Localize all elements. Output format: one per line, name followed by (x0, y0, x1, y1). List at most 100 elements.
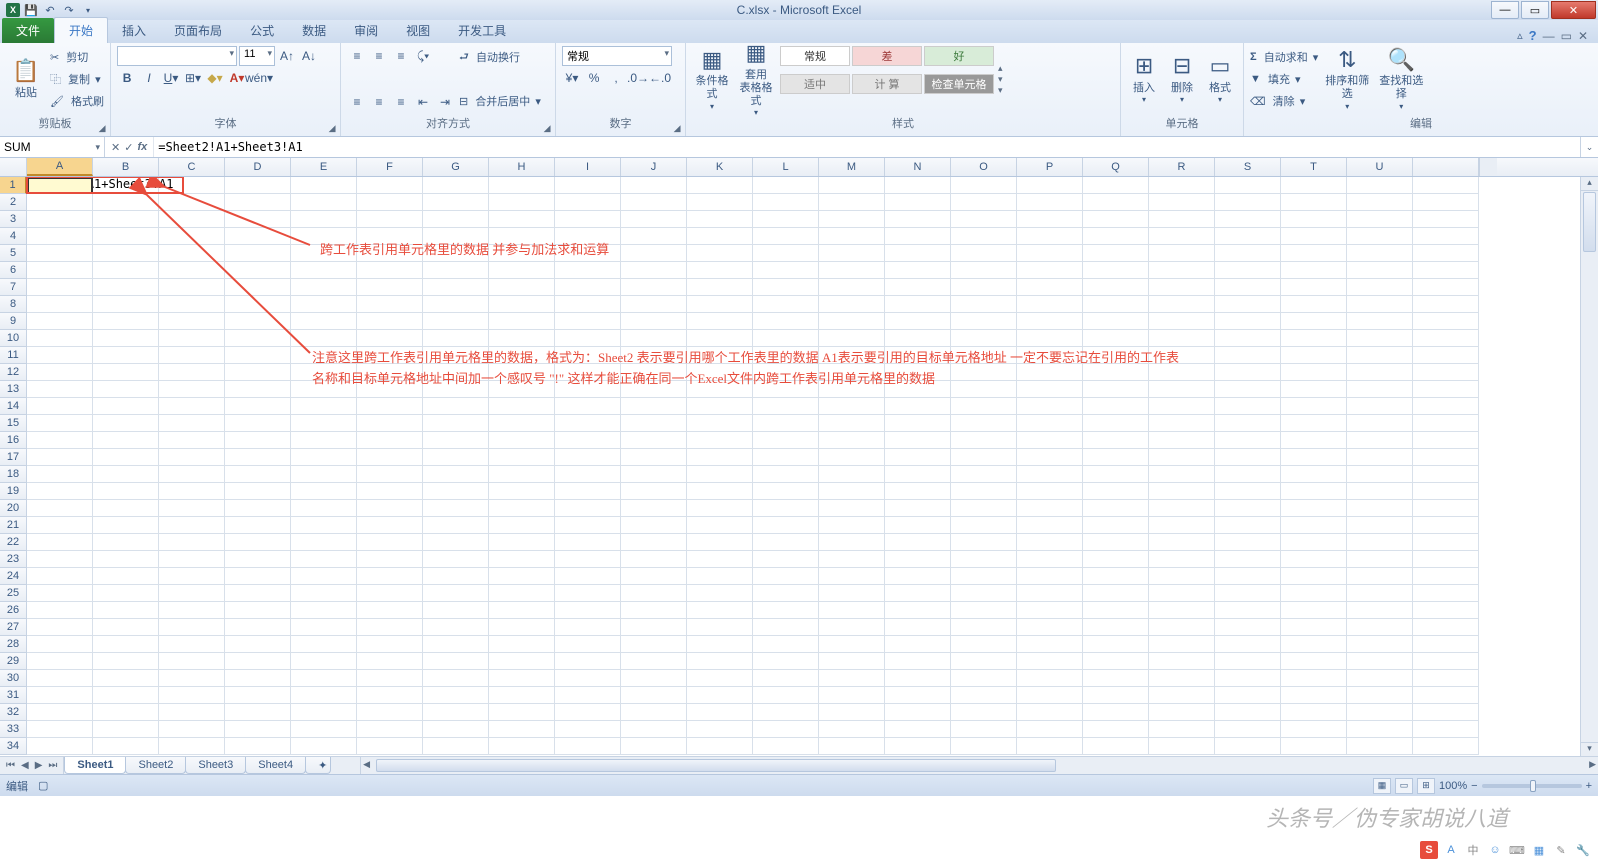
cell[interactable] (885, 636, 951, 653)
cell[interactable] (159, 619, 225, 636)
cell[interactable] (1215, 398, 1281, 415)
cell[interactable] (93, 517, 159, 534)
cell[interactable] (1215, 449, 1281, 466)
tray-icon[interactable]: ☺ (1486, 841, 1504, 859)
cell[interactable] (951, 500, 1017, 517)
cell[interactable] (159, 687, 225, 704)
cell[interactable] (1083, 279, 1149, 296)
cell[interactable] (489, 398, 555, 415)
cell[interactable] (1413, 585, 1479, 602)
cell[interactable] (93, 228, 159, 245)
cell[interactable] (1083, 194, 1149, 211)
cell[interactable] (1281, 262, 1347, 279)
cell[interactable] (555, 279, 621, 296)
cell[interactable] (687, 721, 753, 738)
cell[interactable] (555, 619, 621, 636)
cell[interactable] (93, 619, 159, 636)
cell[interactable] (1149, 534, 1215, 551)
cell[interactable] (1149, 670, 1215, 687)
cell[interactable] (951, 619, 1017, 636)
cell[interactable] (357, 670, 423, 687)
cell[interactable] (885, 602, 951, 619)
cell[interactable] (687, 619, 753, 636)
find-select-button[interactable]: 🔍查找和选择▾ (1376, 46, 1426, 112)
cell[interactable] (1083, 432, 1149, 449)
cell[interactable] (687, 738, 753, 755)
cell[interactable] (423, 330, 489, 347)
cell[interactable] (687, 585, 753, 602)
row-header[interactable]: 4 (0, 228, 27, 245)
cell[interactable] (951, 449, 1017, 466)
cell[interactable] (1017, 721, 1083, 738)
cell[interactable] (357, 568, 423, 585)
cell[interactable] (357, 483, 423, 500)
column-header[interactable]: S (1215, 158, 1281, 176)
cell[interactable] (1017, 364, 1083, 381)
cell[interactable] (489, 721, 555, 738)
cell[interactable] (225, 687, 291, 704)
view-normal-icon[interactable]: ▦ (1373, 778, 1391, 794)
cell[interactable] (621, 670, 687, 687)
cell[interactable] (819, 721, 885, 738)
column-header[interactable]: H (489, 158, 555, 176)
cell[interactable] (27, 228, 93, 245)
cell[interactable] (951, 211, 1017, 228)
cell[interactable] (159, 602, 225, 619)
row-header[interactable]: 28 (0, 636, 27, 653)
cell[interactable] (1215, 194, 1281, 211)
cell[interactable] (621, 279, 687, 296)
cell[interactable] (555, 670, 621, 687)
cell[interactable] (687, 211, 753, 228)
number-format-combo[interactable]: 常规 (562, 46, 672, 66)
cell[interactable] (357, 415, 423, 432)
row-header[interactable]: 11 (0, 347, 27, 364)
cell[interactable] (1281, 177, 1347, 194)
hscroll-left-icon[interactable]: ◀ (363, 759, 370, 770)
cell[interactable] (225, 602, 291, 619)
cell[interactable] (489, 296, 555, 313)
cell[interactable] (1083, 398, 1149, 415)
cell[interactable] (1215, 602, 1281, 619)
cell[interactable] (621, 194, 687, 211)
format-cells-button[interactable]: ▭格式▾ (1203, 46, 1237, 112)
cell[interactable] (1083, 245, 1149, 262)
cell[interactable] (1347, 619, 1413, 636)
cell[interactable] (1281, 415, 1347, 432)
conditional-format-button[interactable]: ▦条件格式▾ (692, 46, 732, 112)
cell[interactable] (753, 636, 819, 653)
cell[interactable] (1215, 551, 1281, 568)
tab-home[interactable]: 开始 (54, 17, 108, 43)
cell[interactable] (225, 415, 291, 432)
cell[interactable] (1149, 466, 1215, 483)
tab-data[interactable]: 数据 (288, 18, 340, 43)
cell[interactable] (555, 296, 621, 313)
cell[interactable] (555, 398, 621, 415)
cell[interactable] (555, 738, 621, 755)
cell[interactable] (819, 194, 885, 211)
cell[interactable] (1017, 466, 1083, 483)
cell[interactable] (621, 415, 687, 432)
cell[interactable] (753, 687, 819, 704)
cell[interactable] (1215, 279, 1281, 296)
cell[interactable] (159, 483, 225, 500)
cell[interactable] (1413, 398, 1479, 415)
cell[interactable] (1347, 517, 1413, 534)
cell[interactable] (621, 449, 687, 466)
cell[interactable] (1413, 534, 1479, 551)
cell[interactable] (489, 551, 555, 568)
cell[interactable] (27, 602, 93, 619)
cell[interactable] (1215, 296, 1281, 313)
cell[interactable] (753, 670, 819, 687)
cell[interactable] (1149, 500, 1215, 517)
cell[interactable] (159, 534, 225, 551)
cell[interactable] (621, 483, 687, 500)
cell[interactable] (885, 262, 951, 279)
cell[interactable] (555, 449, 621, 466)
cell[interactable] (819, 262, 885, 279)
cell[interactable] (687, 449, 753, 466)
cell[interactable] (1413, 483, 1479, 500)
cell[interactable] (423, 602, 489, 619)
row-header[interactable]: 17 (0, 449, 27, 466)
cell[interactable] (1149, 636, 1215, 653)
cell[interactable] (621, 262, 687, 279)
